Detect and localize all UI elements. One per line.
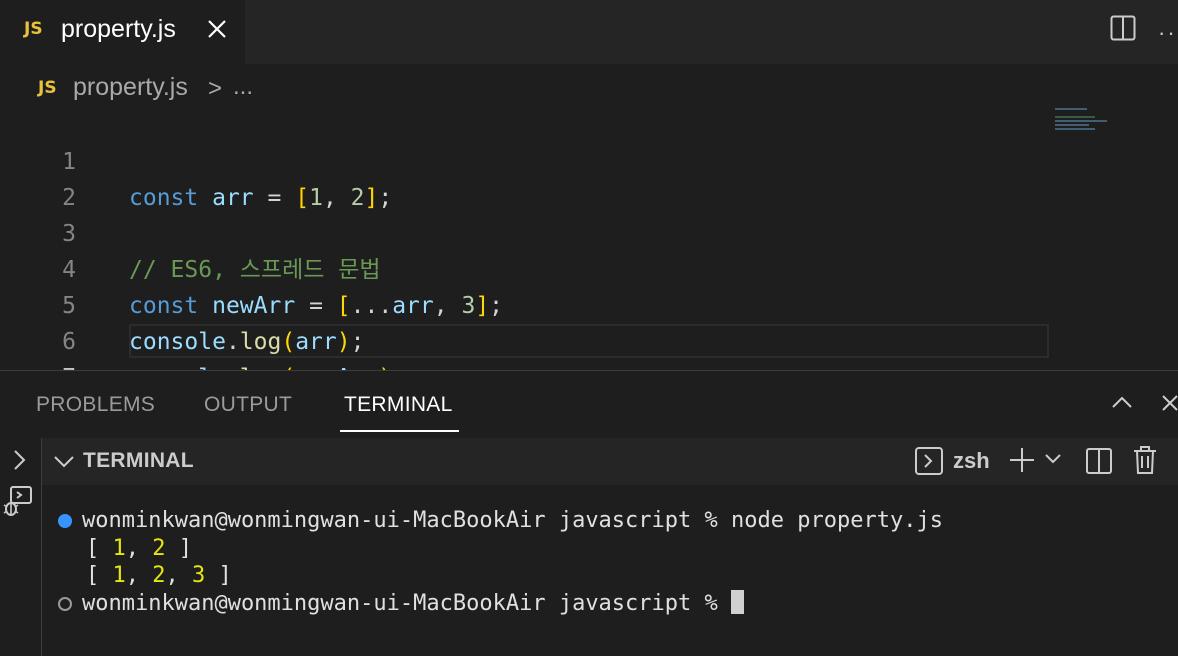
javascript-file-icon: JS <box>24 19 43 39</box>
chevron-right-icon: > <box>208 75 223 102</box>
terminal-line: [ 1, 2 ] <box>86 536 192 561</box>
code-editor[interactable]: 1 const arr = [1, 2]; 2 3 // ES6, 스프레드 문… <box>0 108 1178 391</box>
more-actions-icon[interactable]: ·· <box>1158 20 1177 46</box>
terminal-output[interactable]: wonminkwan@wonmingwan-ui-MacBookAir java… <box>42 485 1178 656</box>
breadcrumb-more[interactable]: ... <box>233 73 253 101</box>
new-terminal-icon[interactable] <box>1008 446 1036 479</box>
code-line[interactable]: 3 // ES6, 스프레드 문법 <box>0 180 1050 283</box>
terminal-line: wonminkwan@wonmingwan-ui-MacBookAir java… <box>82 508 943 533</box>
command-pending-dot[interactable] <box>58 597 72 611</box>
active-tab-indicator <box>340 430 459 432</box>
terminal-cursor <box>731 590 745 614</box>
code-line[interactable]: 7 <box>0 324 1050 391</box>
tab-problems[interactable]: PROBLEMS <box>36 393 155 417</box>
terminal-prompt-line[interactable]: wonminkwan@wonmingwan-ui-MacBookAir java… <box>82 590 745 618</box>
command-success-dot[interactable] <box>58 514 72 528</box>
chevron-down-icon[interactable] <box>1044 452 1062 471</box>
chevron-right-icon[interactable] <box>9 448 29 477</box>
trash-icon[interactable] <box>1132 445 1158 480</box>
minimap[interactable] <box>1055 108 1125 138</box>
code-line[interactable]: 6 console.log(newArr); <box>0 288 1050 391</box>
tab-title: property.js <box>61 15 176 43</box>
tab-terminal[interactable]: TERMINAL <box>344 393 453 417</box>
chevron-up-icon[interactable] <box>1110 391 1134 420</box>
code-line[interactable]: 4 const newArr = [...arr, 3]; <box>0 216 1050 319</box>
code-line[interactable]: 1 const arr = [1, 2]; <box>0 108 1050 211</box>
tab-output[interactable]: OUTPUT <box>204 393 292 417</box>
bottom-panel: PROBLEMS OUTPUT TERMINAL TERMINAL zsh wo… <box>0 370 1178 656</box>
breadcrumb-file[interactable]: property.js <box>73 73 188 102</box>
terminal-line: [ 1, 2, 3 ] <box>86 563 232 588</box>
debug-console-icon[interactable] <box>2 485 34 524</box>
terminal-shell-icon[interactable] <box>914 446 944 481</box>
editor-tab-bar: JS property.js ·· <box>0 0 1178 64</box>
terminal-header-title: TERMINAL <box>83 449 194 472</box>
terminal-side-rail <box>0 438 42 656</box>
chevron-down-icon[interactable] <box>52 451 76 478</box>
close-icon[interactable] <box>1160 393 1178 418</box>
code-line[interactable]: 5 console.log(arr); <box>0 252 1050 355</box>
close-icon[interactable] <box>205 17 229 43</box>
terminal-header: TERMINAL zsh <box>42 438 1178 485</box>
breadcrumb: JS property.js > ... <box>0 64 1178 108</box>
split-terminal-icon[interactable] <box>1085 447 1113 480</box>
code-line[interactable]: 2 <box>0 144 1050 211</box>
split-editor-icon[interactable] <box>1110 15 1136 46</box>
shell-name[interactable]: zsh <box>953 448 990 474</box>
javascript-file-icon: JS <box>38 78 57 98</box>
tab-property-js[interactable]: JS property.js <box>0 0 245 64</box>
